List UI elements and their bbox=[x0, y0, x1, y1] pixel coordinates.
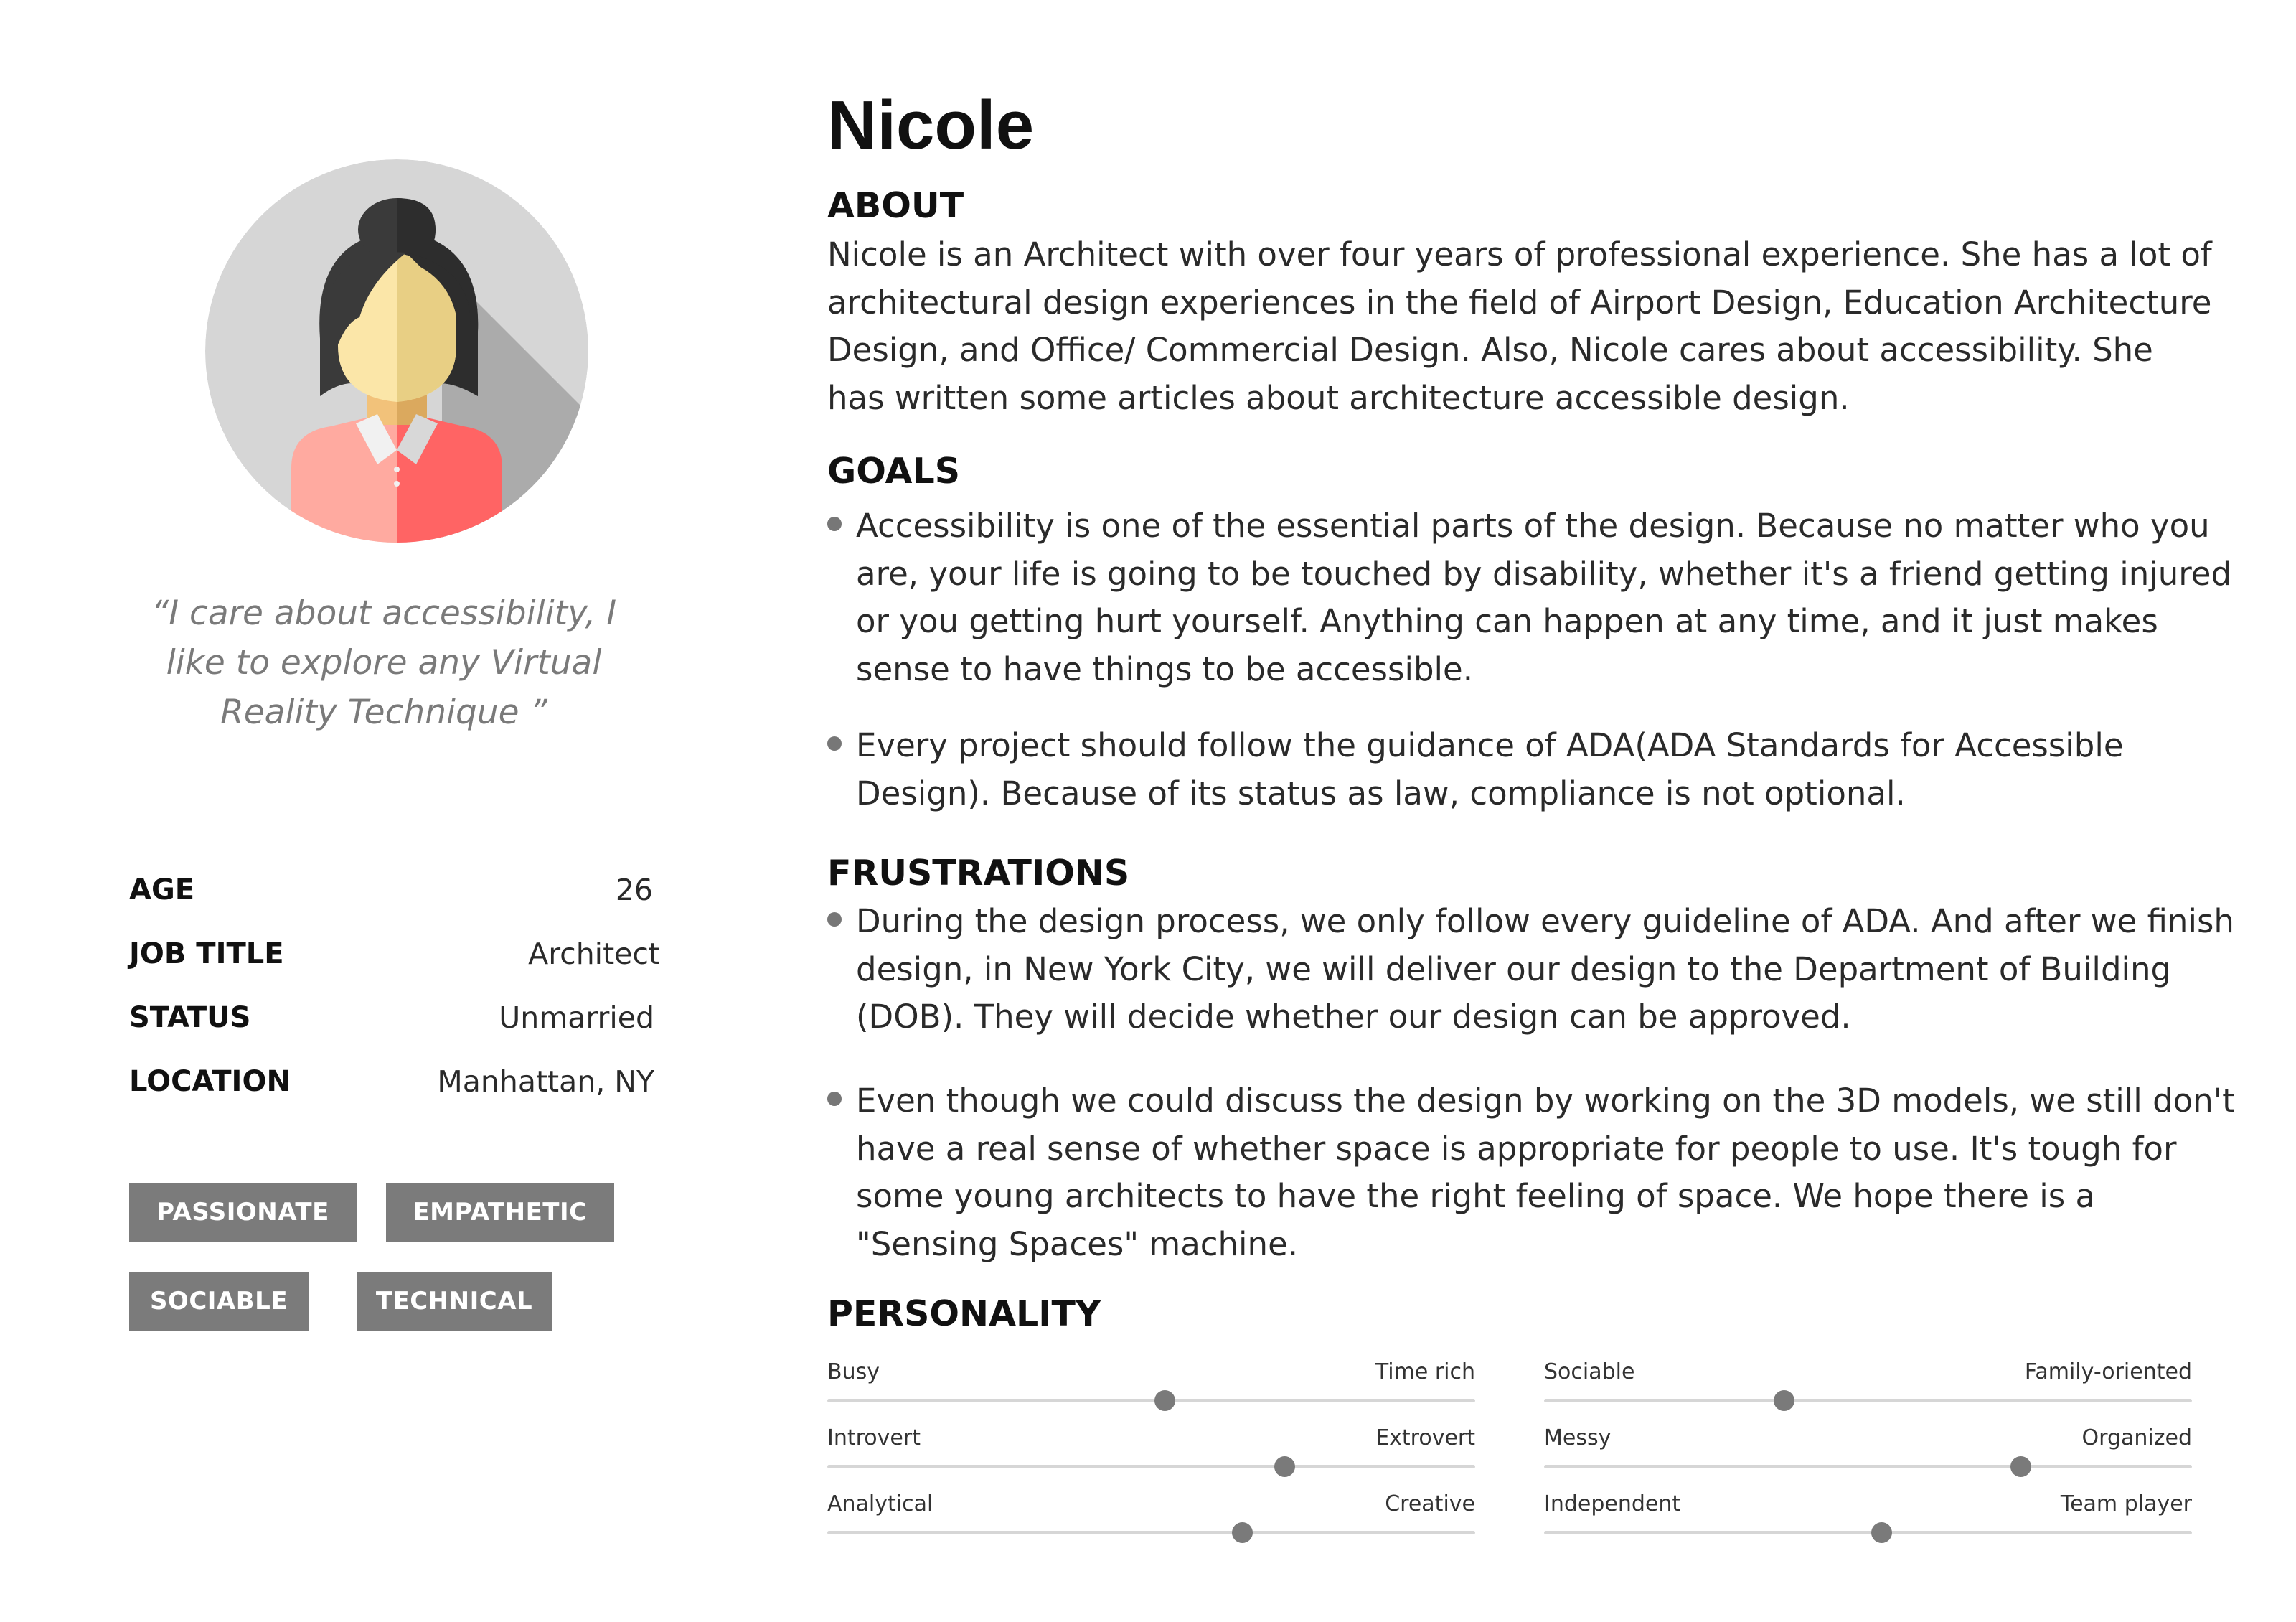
goal-item: Every project should follow the guidance… bbox=[827, 722, 2241, 817]
about-text: Nicole is an Architect with over four ye… bbox=[827, 235, 2212, 417]
frustration-text: Even though we could discuss the design … bbox=[856, 1082, 2235, 1263]
slider-knob[interactable] bbox=[1154, 1390, 1175, 1411]
fact-status: STATUS Unmarried bbox=[129, 985, 660, 1049]
persona-avatar bbox=[205, 159, 588, 543]
bullet-dot bbox=[827, 912, 842, 927]
trait-slider-sociable-family-oriented[interactable]: Sociable Family-oriented bbox=[1544, 1359, 2192, 1411]
bullet-dot bbox=[827, 1092, 842, 1106]
fact-job-title: JOB TITLE Architect bbox=[129, 922, 660, 985]
fact-value: Manhattan, NY bbox=[437, 1064, 654, 1099]
slider-knob[interactable] bbox=[1274, 1456, 1295, 1477]
goal-text: Accessibility is one of the essential pa… bbox=[856, 507, 2232, 688]
slider-knob[interactable] bbox=[1774, 1390, 1795, 1411]
trait-right-label: Team player bbox=[2060, 1491, 2192, 1516]
trait-left-label: Busy bbox=[827, 1359, 880, 1384]
slider-track[interactable] bbox=[1544, 1465, 2192, 1468]
goal-text: Every project should follow the guidance… bbox=[856, 726, 2124, 812]
bullet-dot bbox=[827, 736, 842, 751]
fact-location: LOCATION Manhattan, NY bbox=[129, 1049, 660, 1113]
bullet-dot bbox=[827, 517, 842, 531]
trait-slider-messy-organized[interactable]: Messy Organized bbox=[1544, 1425, 2192, 1477]
frustration-text: During the design process, we only follo… bbox=[856, 902, 2234, 1036]
tag-technical: TECHNICAL bbox=[357, 1272, 552, 1331]
fact-value: Architect bbox=[528, 936, 660, 971]
trait-left-label: Messy bbox=[1544, 1425, 1612, 1450]
trait-right-label: Extrovert bbox=[1375, 1425, 1475, 1450]
trait-slider-introvert-extrovert[interactable]: Introvert Extrovert bbox=[827, 1425, 1475, 1477]
slider-track[interactable] bbox=[1544, 1399, 2192, 1402]
trait-slider-analytical-creative[interactable]: Analytical Creative bbox=[827, 1491, 1475, 1543]
persona-quote: “I care about accessibility, I like to e… bbox=[151, 594, 617, 732]
facts-list: AGE 26 JOB TITLE Architect STATUS Unmarr… bbox=[129, 858, 660, 1113]
fact-age: AGE 26 bbox=[129, 858, 660, 922]
trait-right-label: Organized bbox=[2081, 1425, 2192, 1450]
trait-slider-independent-team-player[interactable]: Independent Team player bbox=[1544, 1491, 2192, 1543]
slider-knob[interactable] bbox=[1871, 1522, 1892, 1543]
trait-left-label: Sociable bbox=[1544, 1359, 1635, 1384]
fact-key: JOB TITLE bbox=[129, 937, 284, 970]
frustration-item: During the design process, we only follo… bbox=[827, 898, 2241, 1041]
fact-key: AGE bbox=[129, 873, 195, 906]
trait-right-label: Time rich bbox=[1375, 1359, 1475, 1384]
frustration-item: Even though we could discuss the design … bbox=[827, 1077, 2241, 1268]
fact-value: Unmarried bbox=[499, 1000, 654, 1035]
tag-empathetic: EMPATHETIC bbox=[386, 1183, 614, 1242]
tag-passionate: PASSIONATE bbox=[129, 1183, 357, 1242]
trait-right-label: Family-oriented bbox=[2024, 1359, 2192, 1384]
trait-left-label: Analytical bbox=[827, 1491, 933, 1516]
trait-right-label: Creative bbox=[1385, 1491, 1475, 1516]
fact-key: STATUS bbox=[129, 1000, 251, 1034]
fact-key: LOCATION bbox=[129, 1064, 291, 1098]
personality-heading: PERSONALITY bbox=[827, 1293, 1101, 1334]
goal-item: Accessibility is one of the essential pa… bbox=[827, 502, 2241, 693]
slider-track[interactable] bbox=[827, 1399, 1475, 1402]
slider-track[interactable] bbox=[827, 1531, 1475, 1534]
tag-sociable: SOCIABLE bbox=[129, 1272, 309, 1331]
slider-knob[interactable] bbox=[2010, 1456, 2031, 1477]
trait-left-label: Independent bbox=[1544, 1491, 1681, 1516]
slider-knob[interactable] bbox=[1231, 1522, 1253, 1543]
trait-left-label: Introvert bbox=[827, 1425, 921, 1450]
persona-name: Nicole bbox=[827, 87, 1035, 164]
about-heading: ABOUT bbox=[827, 185, 964, 226]
fact-value: 26 bbox=[615, 872, 653, 907]
frustrations-heading: FRUSTRATIONS bbox=[827, 853, 1130, 894]
trait-slider-busy-time-rich[interactable]: Busy Time rich bbox=[827, 1359, 1475, 1411]
goals-heading: GOALS bbox=[827, 451, 960, 492]
slider-track[interactable] bbox=[1544, 1531, 2192, 1534]
slider-track[interactable] bbox=[827, 1465, 1475, 1468]
